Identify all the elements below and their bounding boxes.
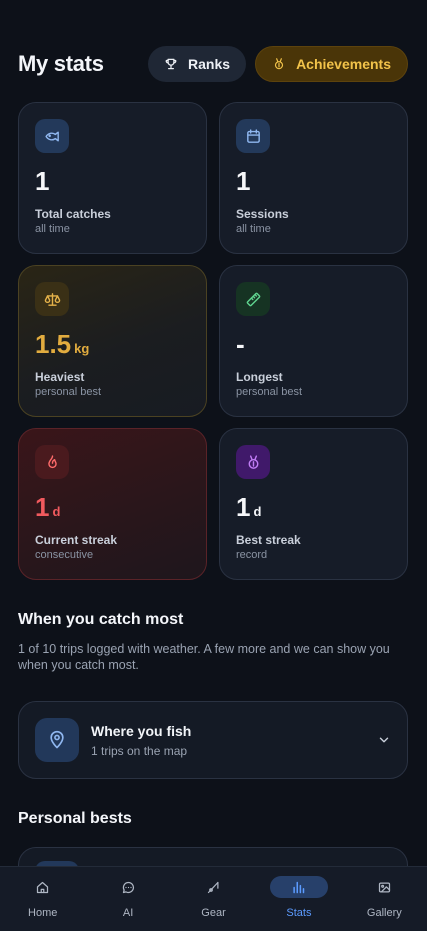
stat-label: Total catches xyxy=(35,207,111,221)
section-description: 1 of 10 trips logged with weather. A few… xyxy=(18,642,390,672)
trophy-icon xyxy=(165,58,177,69)
stat-label: Best streak xyxy=(236,533,301,547)
page-title: My stats xyxy=(18,50,104,76)
nav-ai[interactable]: AI xyxy=(85,867,170,931)
section-title-personal-bests: Personal bests xyxy=(18,810,132,827)
stat-value: 1d xyxy=(236,492,262,522)
nav-home[interactable]: Home xyxy=(0,867,85,931)
nav-label: Gallery xyxy=(366,907,402,919)
fish-icon xyxy=(35,119,69,153)
stat-label: Current streak xyxy=(35,533,118,547)
stat-sublabel: all time xyxy=(35,223,70,235)
stats-grid: 1 Total catches all time 1 Sessions all … xyxy=(18,102,408,580)
where-you-fish-card[interactable]: Where you fish 1 trips on the map xyxy=(18,701,408,779)
stat-label: Longest xyxy=(236,370,283,384)
stat-sublabel: personal best xyxy=(236,386,303,398)
stat-card-current-streak: 1d Current streak consecutive xyxy=(18,428,207,580)
nav-label: Gear xyxy=(201,907,226,919)
stat-card-longest: - Longest personal best xyxy=(219,265,408,417)
header: My stats Ranks Achievements xyxy=(18,45,408,82)
stat-value: 1 xyxy=(236,166,251,196)
where-you-fish-title: Where you fish xyxy=(91,722,192,739)
stats-screen: My stats Ranks Achievements 1 Total catc… xyxy=(0,0,427,931)
where-you-fish-text: Where you fish 1 trips on the map xyxy=(91,723,377,758)
nav-gear[interactable]: Gear xyxy=(171,867,256,931)
chat-icon xyxy=(99,876,157,898)
nav-label: Stats xyxy=(286,907,312,919)
home-icon xyxy=(14,876,72,898)
achievements-label: Achievements xyxy=(296,55,391,72)
stat-card-heaviest: 1.5 kg Heaviest personal best xyxy=(18,265,207,417)
nav-label: AI xyxy=(122,907,134,919)
bar-chart-icon xyxy=(269,876,328,898)
stat-card-total-catches: 1 Total catches all time xyxy=(18,102,207,254)
where-you-fish-subtitle: 1 trips on the map xyxy=(91,743,188,758)
ruler-icon xyxy=(236,282,270,316)
stat-sublabel: consecutive xyxy=(35,549,94,561)
medal-icon xyxy=(274,57,284,69)
medal-icon xyxy=(236,445,270,479)
stat-card-sessions: 1 Sessions all time xyxy=(219,102,408,254)
bottom-nav: Home AI Gear Stats Gallery xyxy=(0,866,427,931)
stat-value: 1 xyxy=(35,166,50,196)
stat-value: 1d xyxy=(35,492,61,522)
stat-sublabel: personal best xyxy=(35,386,102,398)
achievements-button[interactable]: Achievements xyxy=(255,45,408,82)
map-pin-icon xyxy=(35,718,79,762)
nav-label: Home xyxy=(28,907,58,919)
stat-label: Heaviest xyxy=(35,370,85,384)
stat-sublabel: all time xyxy=(236,223,271,235)
ranks-button[interactable]: Ranks xyxy=(148,45,247,82)
image-icon xyxy=(355,876,413,898)
ranks-label: Ranks xyxy=(188,55,231,72)
nav-stats[interactable]: Stats xyxy=(256,867,341,931)
rod-icon xyxy=(185,876,243,898)
stat-value: - xyxy=(236,329,245,359)
section-title-catch-times: When you catch most xyxy=(18,611,184,628)
calendar-icon xyxy=(236,119,270,153)
nav-gallery[interactable]: Gallery xyxy=(342,867,427,931)
stat-sublabel: record xyxy=(236,549,268,561)
scale-icon xyxy=(35,282,69,316)
chevron-down-icon[interactable] xyxy=(377,733,391,747)
stat-value: 1.5 kg xyxy=(35,329,90,359)
stat-card-best-streak: 1d Best streak record xyxy=(219,428,408,580)
flame-icon xyxy=(35,445,69,479)
stat-label: Sessions xyxy=(236,207,289,221)
